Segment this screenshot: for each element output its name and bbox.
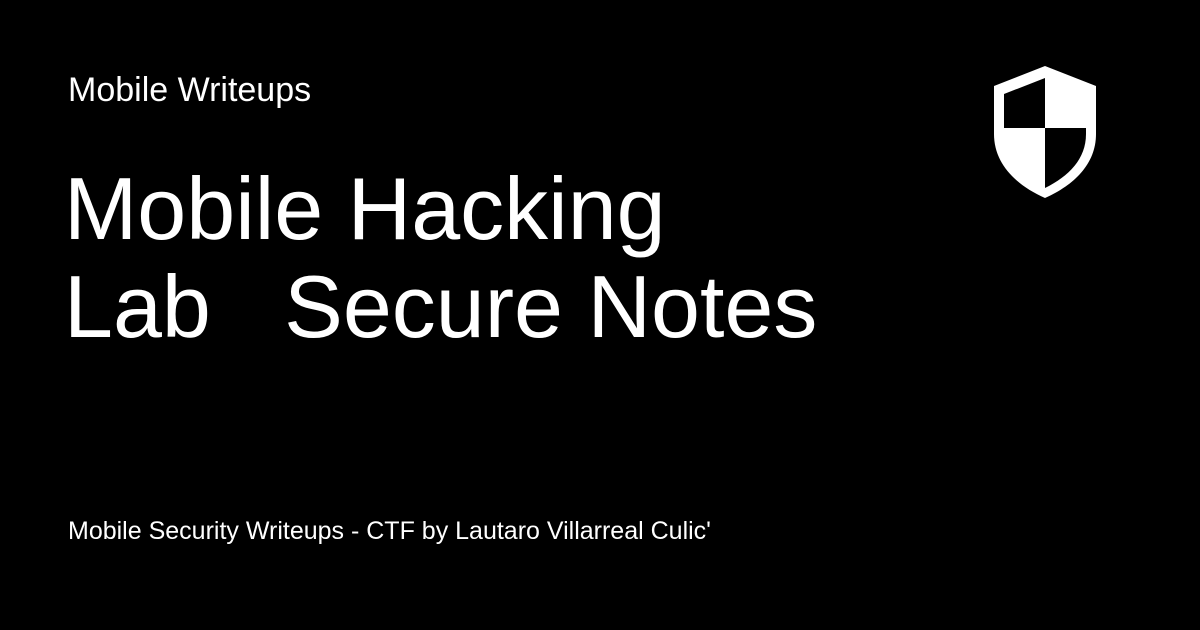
site-description: Mobile Security Writeups - CTF by Lautar… — [68, 517, 711, 545]
title-line-2: Lab Secure Notes — [64, 257, 818, 356]
social-preview-card: Mobile Writeups Mobile Hacking Lab Secur… — [0, 0, 1200, 630]
page-title: Mobile Hacking Lab Secure Notes — [64, 160, 964, 356]
section-label: Mobile Writeups — [68, 71, 312, 109]
title-line-1: Mobile Hacking — [64, 159, 666, 258]
shield-icon — [990, 64, 1100, 200]
